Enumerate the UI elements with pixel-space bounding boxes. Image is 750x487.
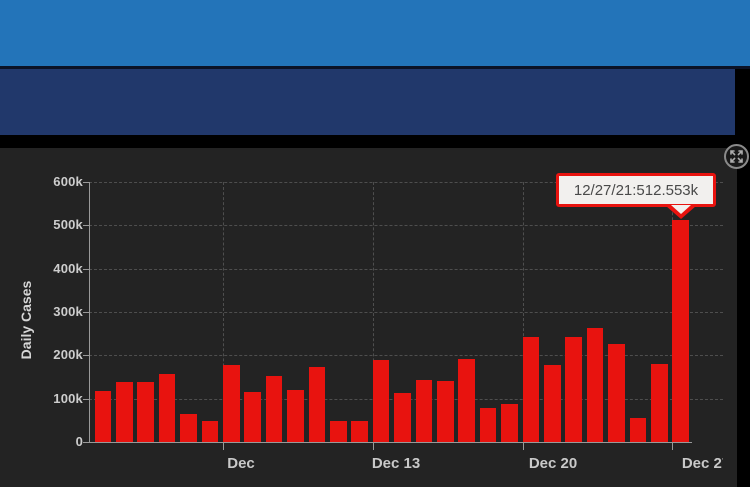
chart-bar[interactable] (458, 359, 475, 442)
x-tick-label: Dec 20 (508, 455, 598, 472)
chart-bar[interactable] (180, 414, 197, 442)
chart-bar[interactable] (330, 421, 347, 442)
chart-bar[interactable] (309, 367, 326, 442)
navigation-bar (0, 69, 735, 135)
chart-bar[interactable] (651, 364, 668, 442)
x-axis-tick (373, 442, 374, 450)
y-tick-label: 300k (31, 304, 83, 319)
x-axis-tick (223, 442, 224, 450)
top-header-bar (0, 0, 750, 66)
chart-bar[interactable] (394, 393, 411, 442)
h-gridline (89, 312, 723, 313)
x-axis-line (89, 442, 692, 443)
h-gridline (89, 269, 723, 270)
chart-bar[interactable] (223, 365, 240, 442)
chart-bar[interactable] (501, 404, 518, 442)
daily-cases-chart-panel: Daily Cases 0100k200k300k400k500k600kDec… (0, 148, 737, 487)
y-tick-label: 400k (31, 261, 83, 276)
y-tick-label: 600k (31, 174, 83, 189)
chart-plot-area: Daily Cases 0100k200k300k400k500k600kDec… (0, 148, 723, 487)
chart-bar[interactable] (373, 360, 390, 442)
y-tick-label: 200k (31, 347, 83, 362)
chart-bar[interactable] (565, 337, 582, 442)
h-gridline (89, 225, 723, 226)
chart-tooltip: 12/27/21:512.553k (556, 173, 716, 207)
chart-bar[interactable] (437, 381, 454, 442)
chart-bar[interactable] (523, 337, 540, 442)
chart-bar[interactable] (480, 408, 497, 442)
chart-bar[interactable] (159, 374, 176, 442)
y-tick-label: 100k (31, 391, 83, 406)
app-window: Daily Cases 0100k200k300k400k500k600kDec… (0, 0, 750, 487)
y-tick-label: 500k (31, 217, 83, 232)
chart-bar[interactable] (95, 391, 112, 442)
chart-tooltip-pointer-fill (671, 205, 691, 214)
y-tick-label: 0 (31, 434, 83, 449)
chart-bar[interactable] (202, 421, 219, 442)
chart-bar[interactable] (244, 392, 261, 442)
x-axis-tick (523, 442, 524, 450)
chart-bar[interactable] (266, 376, 283, 442)
chart-bar[interactable] (587, 328, 604, 442)
chart-bar[interactable] (544, 365, 561, 442)
chart-bar[interactable] (137, 382, 154, 442)
h-gridline (89, 355, 723, 356)
x-tick-label: Dec 13 (351, 455, 441, 472)
x-tick-label: Dec (196, 455, 286, 472)
chart-bar[interactable] (287, 390, 304, 442)
x-tick-label: Dec 27 (661, 455, 723, 472)
chart-bar[interactable] (608, 344, 625, 442)
chart-bar[interactable] (416, 380, 433, 442)
chart-bar[interactable] (116, 382, 133, 442)
chart-bar[interactable] (672, 220, 689, 442)
x-axis-tick (672, 442, 673, 450)
expand-icon[interactable] (723, 143, 750, 170)
chart-bar[interactable] (630, 418, 647, 442)
y-axis-line (89, 182, 90, 443)
chart-bar[interactable] (351, 421, 368, 442)
